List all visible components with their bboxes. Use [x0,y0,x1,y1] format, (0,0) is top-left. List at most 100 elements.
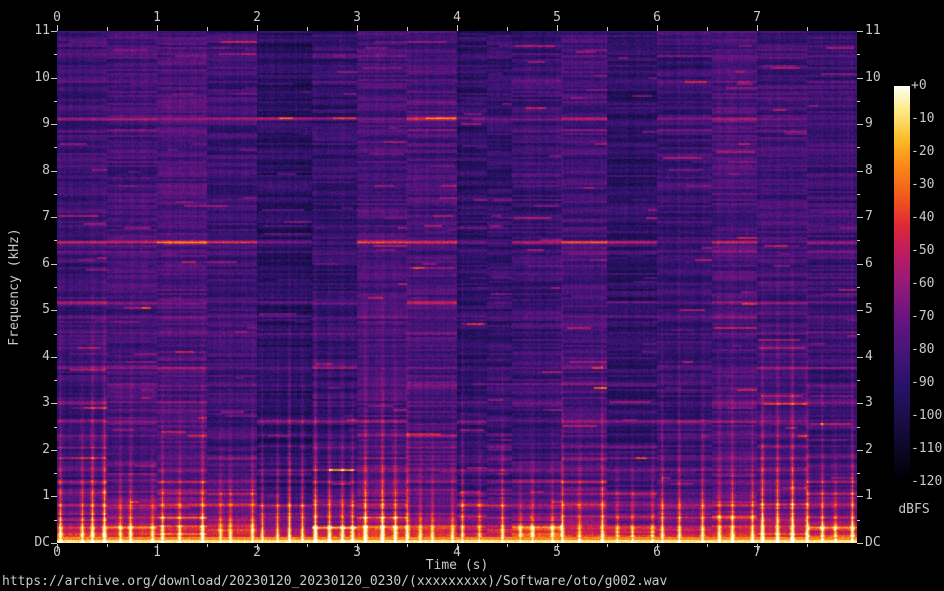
x-minor-tick-bottom [207,544,208,547]
y-tick-left [51,78,57,79]
colorbar-tick-label: -10 [911,112,934,126]
x-tick-bottom [157,544,158,550]
x-tick-bottom [257,544,258,550]
y-minor-tick-left [54,473,57,474]
x-tick-top [757,25,758,31]
y-minor-tick-right [857,380,860,381]
y-tick-label-left: 4 [10,350,50,364]
x-minor-tick-top [607,27,608,31]
x-minor-tick-top [507,27,508,31]
frequency-axis-label: Frequency (kHz) [8,228,22,345]
y-minor-tick-right [857,101,860,102]
footer-url: https://archive.org/download/20230120_20… [2,575,667,589]
y-tick-label-left: 7 [10,210,50,224]
x-minor-tick-bottom [607,544,608,547]
y-tick-right [857,310,863,311]
y-tick-right [857,357,863,358]
x-tick-bottom [457,544,458,550]
y-tick-right [857,403,863,404]
x-tick-top [657,25,658,31]
y-tick-label-right: 4 [865,350,873,364]
y-tick-left [51,217,57,218]
x-tick-top [357,25,358,31]
x-minor-tick-bottom [107,544,108,547]
dc-label-left: DC [10,536,50,550]
colorbar-tick-label: -120 [911,475,942,489]
x-tick-top [157,25,158,31]
y-minor-tick-left [54,334,57,335]
y-tick-right [857,496,863,497]
x-tick-top [57,25,58,31]
y-tick-label-left: 11 [10,24,50,38]
y-tick-label-left: 10 [10,71,50,85]
y-minor-tick-left [54,427,57,428]
y-minor-tick-right [857,147,860,148]
y-minor-tick-left [54,520,57,521]
x-tick-bottom [557,544,558,550]
y-tick-label-right: 10 [865,71,881,85]
x-minor-tick-bottom [807,544,808,547]
y-tick-label-left: 8 [10,164,50,178]
y-tick-label-right: 8 [865,164,873,178]
y-minor-tick-left [54,54,57,55]
spectrogram-canvas [57,31,857,543]
x-minor-tick-top [207,27,208,31]
y-tick-right [857,264,863,265]
x-tick-bottom [757,544,758,550]
y-minor-tick-right [857,287,860,288]
x-tick-label-top: 5 [537,11,577,25]
x-minor-tick-top [107,27,108,31]
colorbar-tick-label: -40 [911,211,934,225]
x-minor-tick-top [807,27,808,31]
y-minor-tick-right [857,334,860,335]
y-tick-label-left: 3 [10,396,50,410]
x-tick-label-top: 3 [337,11,377,25]
y-tick-right [857,450,863,451]
y-minor-tick-right [857,520,860,521]
y-tick-label-right: 7 [865,210,873,224]
colorbar-tick-label: -70 [911,310,934,324]
y-tick-right [857,78,863,79]
y-tick-label-right: 5 [865,303,873,317]
dc-label-right: DC [865,536,881,550]
colorbar-gradient [894,86,910,482]
y-minor-tick-right [857,427,860,428]
x-tick-top [557,25,558,31]
y-tick-label-right: 2 [865,443,873,457]
y-minor-tick-right [857,194,860,195]
y-minor-tick-left [54,240,57,241]
y-tick-left [51,403,57,404]
colorbar-tick-label: -60 [911,277,934,291]
y-tick-label-right: 6 [865,257,873,271]
y-tick-left [51,31,57,32]
x-tick-label-top: 6 [637,11,677,25]
y-minor-tick-left [54,380,57,381]
y-tick-label-right: 11 [865,24,881,38]
x-minor-tick-top [707,27,708,31]
y-tick-label-right: 9 [865,117,873,131]
x-minor-tick-bottom [307,544,308,547]
y-minor-tick-left [54,147,57,148]
y-tick-left-dc [51,543,57,544]
colorbar-tick-label: -90 [911,376,934,390]
time-axis-label: Time (s) [57,559,857,573]
colorbar-tick-label: -110 [911,442,942,456]
y-tick-label-left: 6 [10,257,50,271]
y-tick-right [857,124,863,125]
y-tick-right [857,217,863,218]
y-tick-left [51,496,57,497]
y-tick-right-dc [857,543,863,544]
x-tick-label-top: 7 [737,11,777,25]
y-minor-tick-left [54,287,57,288]
y-tick-left [51,171,57,172]
y-tick-label-left: 5 [10,303,50,317]
colorbar-tick-label: -50 [911,244,934,258]
x-tick-label-top: 2 [237,11,277,25]
y-tick-right [857,31,863,32]
colorbar-tick-label: -20 [911,145,934,159]
x-minor-tick-bottom [707,544,708,547]
x-minor-tick-bottom [507,544,508,547]
x-tick-label-top: 1 [137,11,177,25]
x-tick-top [457,25,458,31]
dbfs-unit-label: dBFS [892,503,936,517]
